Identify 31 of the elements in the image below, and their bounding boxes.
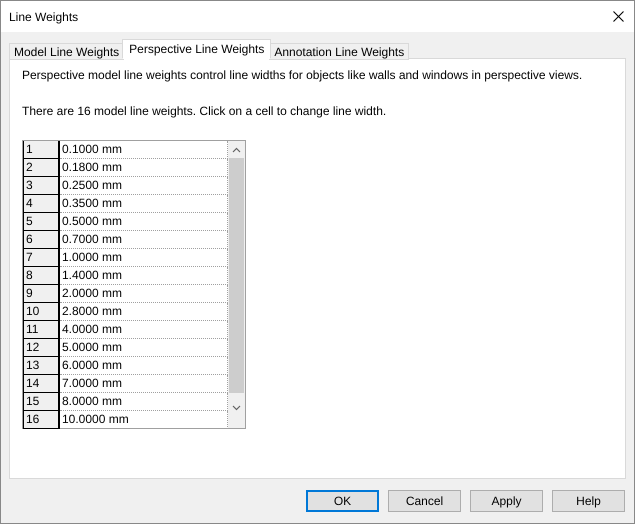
row-header: 3 bbox=[23, 177, 60, 195]
tab[interactable]: Model Line Weights bbox=[9, 43, 124, 60]
row-header: 4 bbox=[23, 195, 60, 213]
row-header: 6 bbox=[23, 231, 60, 249]
row-header: 8 bbox=[23, 267, 60, 285]
dialog-button[interactable]: Apply bbox=[470, 490, 543, 512]
row-header: 13 bbox=[23, 357, 60, 375]
scrollbar-thumb[interactable] bbox=[229, 158, 244, 393]
dialog-button[interactable]: Help bbox=[552, 490, 625, 512]
scroll-up-icon[interactable] bbox=[232, 147, 242, 153]
row-header: 7 bbox=[23, 249, 60, 267]
row-header: 16 bbox=[23, 411, 60, 429]
scrollbar[interactable] bbox=[228, 141, 245, 428]
description-text: Perspective model line weights control line widths for objects like walls and windows in perspective views. bbox=[22, 68, 584, 82]
row-header: 10 bbox=[23, 303, 60, 321]
row-header: 15 bbox=[23, 393, 60, 411]
scroll-down-icon[interactable] bbox=[232, 405, 242, 411]
row-header: 11 bbox=[23, 321, 60, 339]
close-icon[interactable] bbox=[613, 11, 624, 22]
row-header: 12 bbox=[23, 339, 60, 357]
row-header: 2 bbox=[23, 159, 60, 177]
instruction-text: There are 16 model line weights. Click on a cell to change line width. bbox=[22, 104, 388, 118]
tab[interactable]: Perspective Line Weights bbox=[122, 39, 272, 59]
row-header: 1 bbox=[23, 141, 60, 159]
window-title: Line Weights bbox=[9, 8, 78, 26]
row-header: 14 bbox=[23, 375, 60, 393]
row-header: 5 bbox=[23, 213, 60, 231]
dialog-button[interactable]: OK bbox=[306, 490, 379, 512]
tab[interactable]: Annotation Line Weights bbox=[269, 43, 410, 60]
row-header: 9 bbox=[23, 285, 60, 303]
dialog-button[interactable]: Cancel bbox=[388, 490, 461, 512]
